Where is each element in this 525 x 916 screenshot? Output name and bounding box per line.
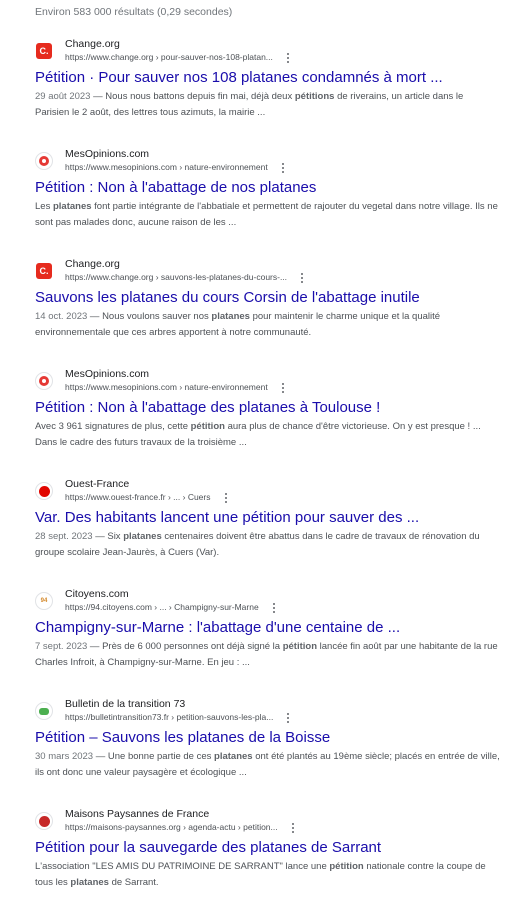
result-snippet: Les platanes font partie intégrante de l… [35,199,500,231]
site-name: MesOpinions.com [65,368,150,380]
ouest-france-favicon-icon [35,482,53,500]
site-name: Maisons Paysannes de France [65,808,210,820]
result-date: 29 août 2023 [35,91,91,102]
search-result: C. Change.org https://www.change.org › p… [35,36,505,146]
result-date: 7 sept. 2023 [35,641,88,652]
snippet-text: font partie intégrante de l'abbatiale et… [35,201,498,228]
search-result: 94 Citoyens.com https://94.citoyens.com … [35,586,505,696]
more-options-icon[interactable] [288,822,298,834]
result-source[interactable]: 94 Citoyens.com https://94.citoyens.com … [35,586,505,616]
site-name: Bulletin de la transition 73 [65,698,186,710]
result-date: 14 oct. 2023 [35,311,88,322]
site-url: https://www.ouest-france.fr › ... › Cuer… [65,492,211,502]
result-snippet: 28 sept. 2023 — Six platanes centenaires… [35,529,500,561]
snippet-text: Avec 3 961 signatures de plus, cette [35,421,191,432]
search-results: C. Change.org https://www.change.org › p… [35,36,505,916]
highlighted-keyword: pétitions [294,91,335,102]
change-org-favicon-icon: C. [36,43,52,59]
result-snippet: 29 août 2023 — Nous nous battons depuis … [35,89,500,121]
highlighted-keyword: pétition [329,861,364,872]
highlighted-keyword: pétition [190,421,225,432]
more-options-icon[interactable] [278,382,288,394]
snippet-text: — Nous voulons sauver nos [87,311,212,322]
result-snippet: 14 oct. 2023 — Nous voulons sauver nos p… [35,309,500,341]
result-title-link[interactable]: Pétition : Non à l'abattage de nos plata… [35,178,505,198]
highlighted-keyword: platanes [52,201,92,212]
citoyens-favicon-icon: 94 [35,592,53,610]
result-title-link[interactable]: Var. Des habitants lancent une pétition … [35,508,505,528]
result-title-link[interactable]: Pétition : Non à l'abattage des platanes… [35,398,505,418]
site-name: Change.org [65,258,120,270]
more-options-icon[interactable] [278,162,288,174]
result-title-link[interactable]: Pétition – Sauvons les platanes de la Bo… [35,728,505,748]
highlighted-keyword: platanes [70,877,109,888]
result-snippet: L'association "LES AMIS DU PATRIMOINE DE… [35,859,500,891]
snippet-text: — Nous nous battons depuis fin mai, déjà… [90,91,295,102]
site-name: Citoyens.com [65,588,129,600]
result-source[interactable]: C. Change.org https://www.change.org › p… [35,36,505,66]
result-source[interactable]: Ouest-France https://www.ouest-france.fr… [35,476,505,506]
site-url: https://www.mesopinions.com › nature-env… [65,382,268,392]
highlighted-keyword: platanes [211,311,250,322]
search-result: Maisons Paysannes de France https://mais… [35,806,505,916]
result-source[interactable]: Maisons Paysannes de France https://mais… [35,806,505,836]
result-date: 30 mars 2023 [35,751,94,762]
site-name: MesOpinions.com [65,148,150,160]
site-url: https://www.mesopinions.com › nature-env… [65,162,268,172]
bulletin-favicon-icon [35,702,53,720]
more-options-icon[interactable] [297,272,307,284]
result-stats: Environ 583 000 résultats (0,29 secondes… [35,6,233,18]
site-url: https://www.change.org › pour-sauver-nos… [65,52,273,62]
result-title-link[interactable]: Pétition pour la sauvegarde des platanes… [35,838,505,858]
snippet-text: — Près de 6 000 personnes ont déjà signé… [87,641,283,652]
result-snippet: 7 sept. 2023 — Près de 6 000 personnes o… [35,639,500,671]
site-url: https://www.change.org › sauvons-les-pla… [65,272,288,282]
site-url: https://bulletintransition73.fr › petiti… [65,712,274,722]
highlighted-keyword: pétition [282,641,318,652]
mesopinions-favicon-icon [35,372,53,390]
snippet-text: L'association "LES AMIS DU PATRIMOINE DE… [35,861,330,872]
change-org-favicon-icon: C. [36,263,52,279]
result-title-link[interactable]: Champigny-sur-Marne : l'abattage d'une c… [35,618,505,638]
more-options-icon[interactable] [221,492,231,504]
maisons-paysannes-favicon-icon [35,812,53,830]
site-name: Change.org [65,38,120,50]
site-url: https://maisons-paysannes.org › agenda-a… [65,822,278,832]
search-result: MesOpinions.com https://www.mesopinions.… [35,366,505,476]
highlighted-keyword: platanes [123,531,162,542]
result-title-link[interactable]: Sauvons les platanes du cours Corsin de … [35,288,505,308]
more-options-icon[interactable] [283,52,293,64]
result-source[interactable]: MesOpinions.com https://www.mesopinions.… [35,366,505,396]
search-result: Ouest-France https://www.ouest-france.fr… [35,476,505,586]
result-date: 28 sept. 2023 [35,531,93,542]
search-result: MesOpinions.com https://www.mesopinions.… [35,146,505,256]
snippet-text: — Une bonne partie de ces [93,751,215,762]
search-result: Bulletin de la transition 73 https://bul… [35,696,505,806]
snippet-text: Les [35,201,53,212]
result-source[interactable]: Bulletin de la transition 73 https://bul… [35,696,505,726]
site-name: Ouest-France [65,478,130,490]
mesopinions-favicon-icon [35,152,53,170]
search-result: C. Change.org https://www.change.org › s… [35,256,505,366]
result-snippet: 30 mars 2023 — Une bonne partie de ces p… [35,749,500,781]
result-source[interactable]: C. Change.org https://www.change.org › s… [35,256,505,286]
result-source[interactable]: MesOpinions.com https://www.mesopinions.… [35,146,505,176]
site-url: https://94.citoyens.com › ... › Champign… [65,602,259,612]
more-options-icon[interactable] [269,602,279,614]
more-options-icon[interactable] [283,712,293,724]
snippet-text: — Six [92,531,124,542]
result-snippet: Avec 3 961 signatures de plus, cette pét… [35,419,500,451]
highlighted-keyword: platanes [214,751,253,762]
result-title-link[interactable]: Pétition · Pour sauver nos 108 platanes … [35,68,505,88]
snippet-text: de Sarrant. [108,877,159,888]
